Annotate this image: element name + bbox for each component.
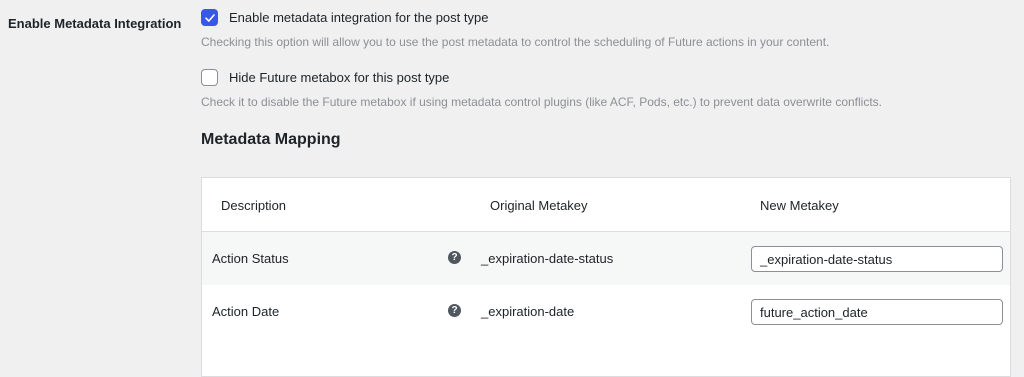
question-circle-icon[interactable]: ? — [448, 251, 461, 264]
hide-metabox-option: Hide Future metabox for this post type C… — [201, 69, 882, 109]
enable-metadata-option: Enable metadata integration for the post… — [201, 9, 829, 49]
question-circle-icon[interactable]: ? — [448, 304, 461, 317]
row-original-metakey: _expiration-date-status — [481, 251, 614, 266]
row-original-metakey: _expiration-date — [481, 304, 575, 319]
metadata-mapping-title: Metadata Mapping — [201, 131, 341, 148]
hide-metabox-checkbox[interactable] — [201, 69, 218, 86]
row-description: Action Status — [212, 251, 289, 266]
enable-metadata-label[interactable]: Enable metadata integration for the post… — [229, 10, 488, 25]
hide-metabox-description: Check it to disable the Future metabox i… — [201, 95, 882, 109]
table-header: Description Original Metakey New Metakey — [202, 178, 1010, 232]
column-header-description: Description — [221, 198, 287, 213]
new-metakey-input-action-status[interactable] — [751, 246, 1003, 272]
checkmark-icon — [204, 13, 215, 22]
new-metakey-input-action-date[interactable] — [751, 299, 1003, 325]
row-description: Action Date — [212, 304, 280, 319]
metadata-mapping-table: Description Original Metakey New Metakey… — [201, 177, 1011, 377]
enable-metadata-checkbox[interactable] — [201, 9, 218, 26]
section-label: Enable Metadata Integration — [8, 16, 182, 31]
column-header-new-metakey: New Metakey — [760, 198, 839, 213]
hide-metabox-label[interactable]: Hide Future metabox for this post type — [229, 70, 449, 85]
table-row: Action Status ? _expiration-date-status — [202, 232, 1010, 285]
column-header-original-metakey: Original Metakey — [490, 198, 588, 213]
enable-metadata-description: Checking this option will allow you to u… — [201, 35, 830, 49]
table-row: Action Date ? _expiration-date — [202, 285, 1010, 338]
